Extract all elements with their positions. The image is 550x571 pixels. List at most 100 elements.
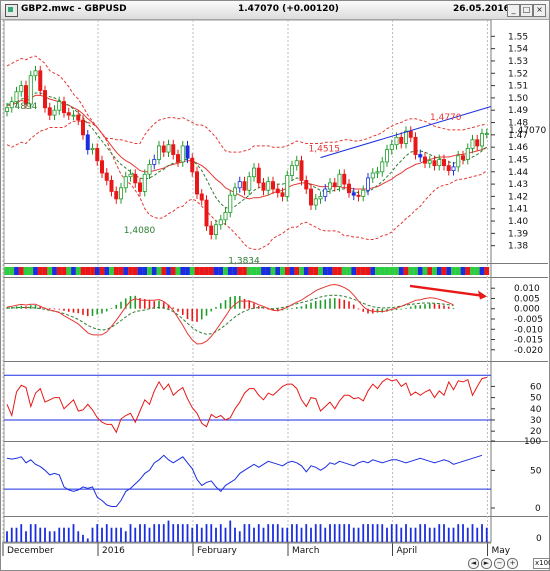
signal-cell — [470, 267, 475, 275]
candle-body — [270, 181, 275, 190]
volume-bar — [471, 524, 474, 542]
candle-body — [275, 188, 280, 194]
candle-body — [470, 139, 475, 149]
signal-cell — [417, 267, 423, 275]
signal-cell — [256, 267, 262, 275]
volume-bar — [310, 527, 312, 542]
price-annotation: 1,4770 — [430, 113, 462, 123]
signal-cell — [161, 267, 167, 275]
signal-cell — [398, 267, 404, 275]
candle-body — [251, 167, 256, 178]
last-price-label: 1.47070 — [509, 126, 546, 136]
signal-cell — [166, 267, 171, 275]
month-label: March — [292, 546, 319, 556]
signal-cell — [18, 267, 24, 275]
signal-cell — [194, 267, 200, 275]
volume-bar — [276, 524, 279, 542]
macd-histogram-bar — [48, 308, 51, 310]
macd-tick-label: -0.005 — [514, 315, 543, 325]
chart-canvas[interactable]: 1.38 1.39 1.40 1.41 1.42 1.43 1.44 1.45 1.46 1.47… — [0, 0, 550, 571]
macd-histogram-bar — [238, 296, 241, 309]
signal-cell — [218, 267, 224, 275]
candle-body — [389, 144, 394, 151]
signal-cell — [66, 267, 72, 275]
candle-body — [204, 199, 209, 227]
candle-body — [166, 144, 171, 153]
candle-body — [479, 133, 484, 147]
volume-bar — [110, 527, 113, 542]
candle-body — [427, 160, 432, 164]
macd-histogram-bar — [77, 308, 80, 314]
volume-bar — [329, 524, 331, 542]
volume-bar — [428, 527, 431, 542]
signal-cell — [170, 267, 176, 275]
candle-body — [465, 147, 470, 160]
signal-cell — [175, 267, 181, 275]
candle-body — [104, 172, 109, 181]
volume-bar — [10, 527, 13, 542]
macd-histogram-bar — [224, 300, 227, 309]
price-tick-label: 1.49 — [508, 106, 528, 116]
zoom-in-icon[interactable]: + — [507, 558, 518, 569]
scroll-left-icon[interactable]: ◄ — [468, 558, 479, 569]
volume-bar — [262, 527, 265, 542]
candle-body — [247, 176, 252, 191]
macd-histogram-bar — [357, 308, 360, 310]
volume-bar — [424, 524, 426, 542]
volume-bar — [25, 531, 27, 542]
candle-body — [237, 181, 242, 189]
volume-bar — [48, 531, 51, 542]
osc1-tick-label: 20 — [530, 427, 542, 437]
candle-body — [76, 114, 81, 121]
zoom-out-icon[interactable]: − — [494, 558, 505, 569]
osc1-tick-label: 60 — [530, 382, 542, 392]
signal-cell — [261, 267, 266, 275]
volume-bar — [300, 527, 303, 542]
volume-bar — [457, 524, 460, 542]
candle-body — [299, 160, 304, 181]
volume-bar — [39, 527, 42, 542]
volume-bar — [362, 524, 365, 542]
volume-bar — [476, 527, 479, 542]
volume-bar — [224, 527, 227, 542]
scroll-right-icon[interactable]: ► — [481, 558, 492, 569]
macd-tick-label: 0.005 — [514, 294, 540, 304]
candle-body — [142, 173, 147, 192]
signal-cell — [346, 267, 352, 275]
signal-cell — [61, 267, 67, 275]
candle-body — [43, 90, 48, 109]
macd-histogram-bar — [191, 308, 194, 322]
signal-cell — [28, 267, 34, 275]
resistance-trendline[interactable] — [320, 106, 492, 159]
signal-cell — [356, 267, 361, 275]
volume-bar — [381, 524, 384, 542]
volume-bar — [44, 527, 46, 542]
macd-histogram-bar — [96, 308, 99, 315]
candle-body — [351, 192, 356, 196]
candle-body — [152, 159, 157, 165]
signal-cell — [360, 267, 366, 275]
volume-bar — [291, 524, 293, 542]
candle-body — [147, 163, 152, 175]
macd-histogram-bar — [438, 304, 441, 309]
signal-cell — [474, 267, 480, 275]
candle-body — [232, 187, 237, 196]
candle-body — [313, 198, 318, 206]
macd-histogram-bar — [120, 301, 122, 309]
volume-bar — [485, 527, 488, 542]
signal-cell — [389, 267, 395, 275]
macd-histogram-bar — [105, 308, 108, 312]
signal-cell — [33, 267, 38, 275]
signal-cell — [413, 267, 418, 275]
candle-body — [475, 139, 480, 147]
candle-body — [289, 165, 294, 176]
macd-histogram-bar — [219, 303, 222, 309]
signal-cell — [113, 267, 119, 275]
signal-cell — [52, 267, 57, 275]
price-tick-label: 1.41 — [508, 205, 528, 215]
signal-cell — [375, 267, 380, 275]
price-tick-label: 1.44 — [508, 168, 528, 178]
osc1-tick-label: 40 — [530, 405, 542, 415]
signal-cell — [289, 267, 295, 275]
signal-cell — [99, 267, 105, 275]
